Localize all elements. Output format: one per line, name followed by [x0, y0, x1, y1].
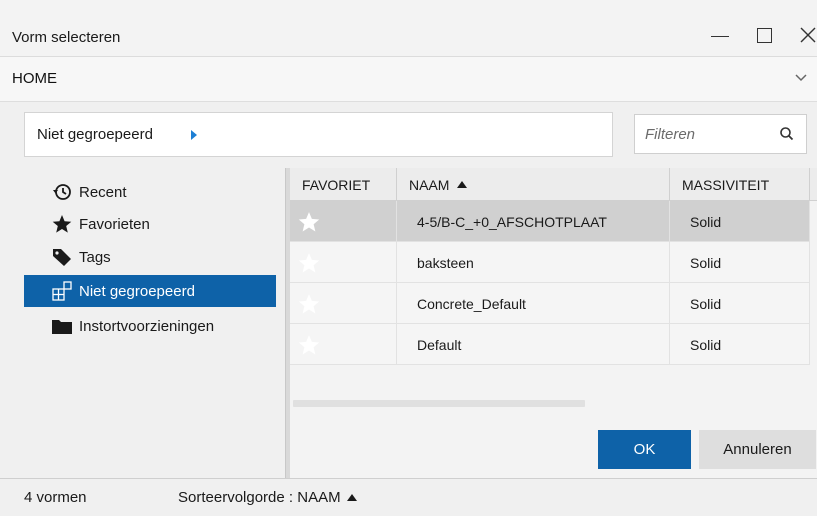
close-icon	[800, 27, 816, 43]
ok-button[interactable]: OK	[598, 430, 691, 469]
column-header-label: NAAM	[409, 176, 450, 193]
shape-count: 4 vormen	[24, 489, 87, 506]
maximize-button[interactable]	[747, 18, 781, 52]
close-button[interactable]	[791, 18, 817, 52]
name-cell: Default	[397, 324, 670, 365]
shapes-table: FAVORIET NAAM MASSIVITEIT 4-5/B-C_+0_AFS…	[290, 168, 817, 478]
breadcrumb[interactable]: Niet gegroepeerd	[24, 112, 613, 157]
name-cell: Concrete_Default	[397, 283, 670, 324]
cancel-button[interactable]: Annuleren	[699, 430, 816, 469]
history-icon	[51, 181, 73, 203]
massiviteit-cell: Solid	[670, 242, 810, 283]
table-row[interactable]: Default Solid	[290, 324, 810, 365]
sidebar-item-label: Favorieten	[79, 215, 150, 233]
breadcrumb-arrow-icon[interactable]	[191, 130, 197, 140]
filter-field[interactable]	[634, 114, 807, 154]
sidebar: Recent Favorieten Tags Niet gegroepeerd …	[0, 168, 286, 478]
horizontal-scrollbar[interactable]	[293, 400, 585, 407]
filter-input[interactable]	[645, 124, 765, 144]
tag-icon	[51, 246, 73, 268]
table-header: FAVORIET NAAM MASSIVITEIT	[290, 168, 817, 201]
sidebar-item-label: Instortvoorzieningen	[79, 317, 215, 335]
minimize-icon	[711, 35, 729, 37]
search-icon[interactable]	[778, 125, 796, 143]
sidebar-item-label: Recent	[79, 183, 127, 201]
sidebar-item-label: Tags	[79, 248, 111, 266]
location-dropdown[interactable]: HOME	[0, 57, 817, 102]
sort-ascending-icon	[457, 181, 468, 188]
column-header-label: MASSIVITEIT	[682, 176, 770, 193]
favorite-cell	[290, 324, 397, 365]
name-cell: baksteen	[397, 242, 670, 283]
favorite-cell	[290, 201, 397, 242]
status-bar: 4 vormen Sorteervolgorde : NAAM	[0, 478, 817, 516]
sidebar-item-tags[interactable]: Tags	[24, 241, 276, 273]
star-icon	[51, 213, 73, 235]
table-row[interactable]: Concrete_Default Solid	[290, 283, 810, 324]
column-header-massiviteit[interactable]: MASSIVITEIT	[670, 168, 810, 201]
column-header-favoriet[interactable]: FAVORIET	[290, 168, 397, 201]
window-title: Vorm selecteren	[12, 29, 121, 46]
maximize-icon	[756, 27, 772, 43]
navigation-area: Niet gegroepeerd	[0, 102, 817, 168]
column-header-naam[interactable]: NAAM	[397, 168, 670, 201]
sidebar-item-instortvoorzieningen[interactable]: Instortvoorzieningen	[24, 310, 276, 342]
sort-ascending-icon	[346, 494, 357, 501]
name-cell: 4-5/B-C_+0_AFSCHOTPLAAT	[397, 201, 670, 242]
sort-order-status: Sorteervolgorde : NAAM	[178, 489, 357, 506]
star-outline-icon[interactable]	[298, 293, 320, 315]
minimize-button[interactable]	[703, 18, 737, 52]
massiviteit-cell: Solid	[670, 283, 810, 324]
sidebar-item-niet-gegroepeerd[interactable]: Niet gegroepeerd	[24, 275, 276, 307]
sidebar-item-recent[interactable]: Recent	[24, 176, 276, 208]
sidebar-item-label: Niet gegroepeerd	[79, 282, 195, 300]
breadcrumb-item[interactable]: Niet gegroepeerd	[37, 126, 153, 143]
sort-order-label: Sorteervolgorde : NAAM	[178, 489, 341, 506]
favorite-cell	[290, 283, 397, 324]
star-outline-icon[interactable]	[298, 252, 320, 274]
massiviteit-cell: Solid	[670, 324, 810, 365]
massiviteit-cell: Solid	[670, 201, 810, 242]
favorite-cell	[290, 242, 397, 283]
star-outline-icon[interactable]	[298, 334, 320, 356]
ungrouped-icon	[51, 280, 73, 302]
star-outline-icon[interactable]	[298, 211, 320, 233]
table-row[interactable]: 4-5/B-C_+0_AFSCHOTPLAAT Solid	[290, 201, 810, 242]
table-row[interactable]: baksteen Solid	[290, 242, 810, 283]
folder-icon	[51, 315, 73, 337]
column-header-label: FAVORIET	[302, 176, 371, 193]
location-label: HOME	[12, 70, 57, 87]
title-bar: Vorm selecteren	[0, 0, 817, 57]
sidebar-item-favorieten[interactable]: Favorieten	[24, 208, 276, 240]
chevron-down-icon[interactable]	[790, 67, 812, 89]
